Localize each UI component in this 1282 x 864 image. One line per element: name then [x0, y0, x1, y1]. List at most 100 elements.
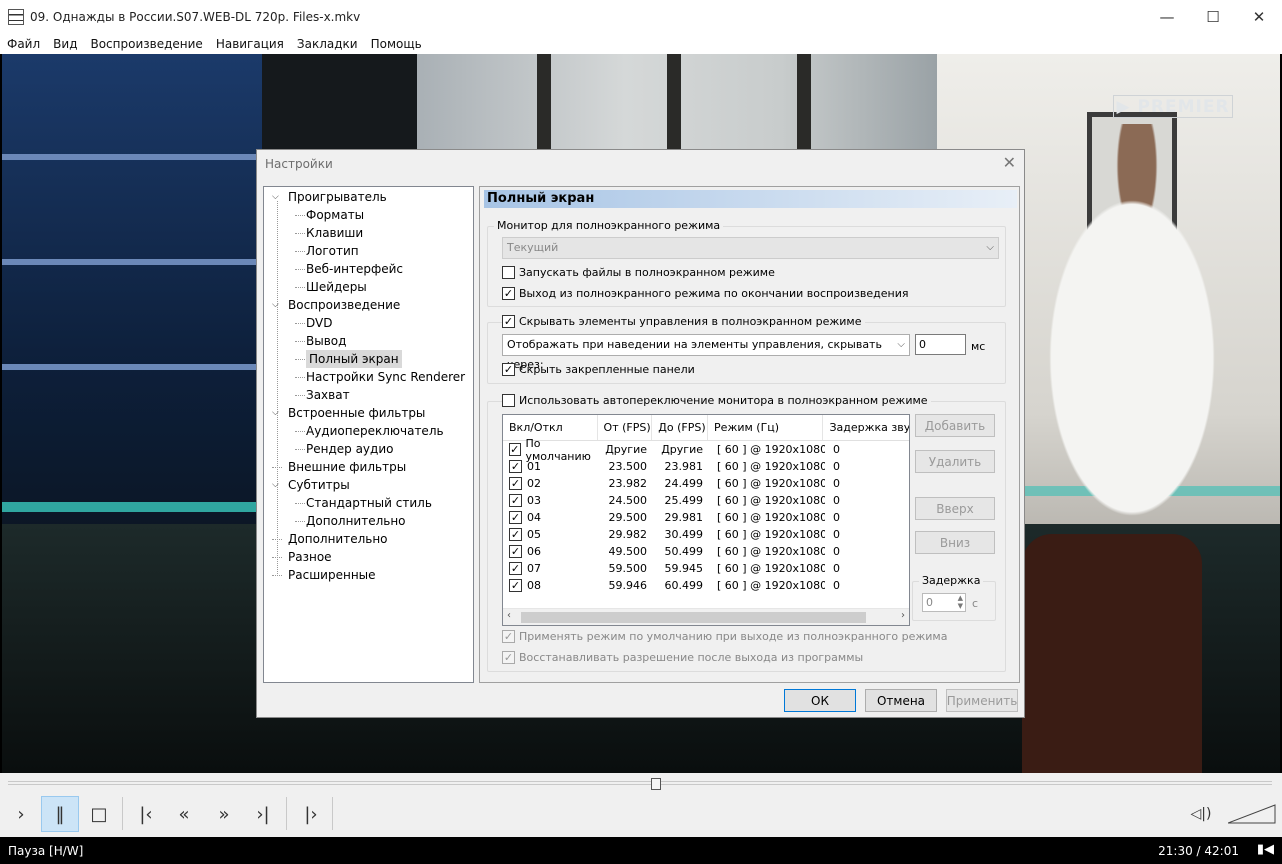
check-icon[interactable]: ✓ [509, 528, 522, 541]
tree-item[interactable]: Стандартный стиль [306, 494, 432, 512]
table-row[interactable]: ✓ 02 23.982 24.499 [ 60 ] @ 1920x1080 p 0 [503, 475, 909, 492]
apply-default-checkbox[interactable]: ✓ Применять режим по умолчанию при выходе… [502, 630, 947, 643]
volume-icon[interactable]: ◁|) [1182, 796, 1220, 832]
tree-item[interactable]: Расширенные [272, 566, 376, 584]
check-icon[interactable]: ✓ [509, 477, 522, 490]
row-to-fps: 59.945 [664, 562, 704, 575]
check-icon[interactable]: ✓ [509, 511, 522, 524]
tree-item[interactable]: Захват [306, 386, 350, 404]
menu-playback[interactable]: Воспроизведение [83, 37, 208, 51]
pause-icon[interactable]: ‖ [41, 796, 79, 832]
check-icon[interactable]: ✓ [509, 443, 521, 456]
fast-forward-icon[interactable]: » [205, 796, 243, 832]
horizontal-scrollbar[interactable]: ‹ › [503, 608, 909, 625]
table-row[interactable]: ✓ 05 29.982 30.499 [ 60 ] @ 1920x1080 p 0 [503, 526, 909, 543]
tree-item[interactable]: ⌵ Встроенные фильтры [272, 404, 425, 422]
delay-spinner[interactable]: 0 ▲ ▼ [922, 593, 966, 612]
tree-item[interactable]: Клавиши [306, 224, 363, 242]
row-audio-delay: 0 [833, 579, 840, 592]
tree-item[interactable]: DVD [306, 314, 332, 332]
tree-item[interactable]: Форматы [306, 206, 364, 224]
add-button[interactable]: Добавить [915, 414, 995, 437]
table-row[interactable]: ✓ 03 24.500 25.499 [ 60 ] @ 1920x1080 p 0 [503, 492, 909, 509]
menu-help[interactable]: Помощь [364, 37, 428, 51]
minimize-button[interactable]: — [1144, 0, 1190, 34]
tree-item[interactable]: Полный экран [306, 350, 402, 368]
table-row[interactable]: ✓ По умолчанию Другие Другие[ 60 ] @ 1920x1… [503, 437, 909, 463]
tree-item[interactable]: Дополнительно [306, 512, 406, 530]
seek-thumb[interactable] [651, 778, 662, 790]
menu-file[interactable]: Файл [0, 37, 46, 51]
ok-button[interactable]: ОК [784, 689, 856, 712]
tree-item-label: DVD [306, 316, 333, 330]
tree-item[interactable]: Дополнительно [272, 530, 388, 548]
close-window-button[interactable]: ✕ [1236, 0, 1282, 34]
tree-item[interactable]: Вывод [306, 332, 346, 350]
restore-resolution-checkbox[interactable]: ✓ Восстанавливать разрешение после выхода… [502, 651, 863, 664]
tree-item[interactable]: ⌵ Субтитры [272, 476, 350, 494]
maximize-button[interactable]: ☐ [1190, 0, 1236, 34]
cancel-button[interactable]: Отмена [865, 689, 937, 712]
table-row[interactable]: ✓ 07 59.500 59.945 [ 60 ] @ 1920x1080 p 0 [503, 560, 909, 577]
tree-item[interactable]: Рендер аудио [306, 440, 393, 458]
check-icon[interactable]: ✓ [509, 460, 522, 473]
volume-slider[interactable] [1228, 804, 1276, 824]
menu-bookmarks[interactable]: Закладки [290, 37, 364, 51]
apply-button[interactable]: Применить [946, 689, 1018, 712]
fps-mode-table[interactable]: Вкл/Откл От (FPS) До (FPS) Режим (Гц) За… [502, 414, 910, 626]
dialog-close-icon[interactable]: ✕ [1003, 153, 1016, 172]
stop-icon[interactable]: □ [80, 796, 118, 832]
scroll-thumb[interactable] [521, 612, 866, 623]
move-down-button[interactable]: Вниз [915, 531, 995, 554]
row-audio-delay: 0 [833, 545, 840, 558]
monitor-select[interactable]: Текущий ⌵ [502, 237, 999, 259]
hide-mode-select[interactable]: Отображать при наведении на элементы упр… [502, 334, 910, 371]
rewind-icon[interactable]: « [165, 796, 203, 832]
play-icon[interactable]: › [2, 796, 40, 832]
exit-fullscreen-checkbox[interactable]: ✓ Выход из полноэкранного режима по оконч… [502, 287, 909, 300]
tree-item[interactable]: Логотип [306, 242, 359, 260]
autoswitch-checkbox[interactable]: Использовать автопереключение монитора в… [502, 394, 931, 407]
hide-controls-checkbox[interactable]: ✓ Скрывать элементы управления в полноэкр… [502, 315, 865, 328]
tree-item[interactable]: Шейдеры [306, 278, 367, 296]
previous-icon[interactable]: |‹ [127, 796, 165, 832]
tree-item[interactable]: Внешние фильтры [272, 458, 406, 476]
column-header[interactable]: От (FPS) [598, 415, 653, 440]
move-up-button[interactable]: Вверх [915, 497, 995, 520]
table-row[interactable]: ✓ 01 23.500 23.981 [ 60 ] @ 1920x1080 p 0 [503, 458, 909, 475]
check-icon[interactable]: ✓ [509, 494, 522, 507]
remove-button[interactable]: Удалить [915, 450, 995, 473]
next-icon[interactable]: ›| [244, 796, 282, 832]
table-row[interactable]: ✓ 08 59.946 60.499 [ 60 ] @ 1920x1080 p 0 [503, 577, 909, 594]
row-mode: [ 60 ] @ 1920x1080 p [717, 443, 825, 456]
tree-item[interactable]: Аудиопереключатель [306, 422, 444, 440]
tree-item[interactable]: Разное [272, 548, 332, 566]
hide-delay-input[interactable]: 0 [915, 334, 966, 355]
checkbox-box [502, 394, 515, 407]
column-header[interactable]: Режим (Гц) [708, 415, 824, 440]
menu-view[interactable]: Вид [46, 37, 83, 51]
column-header[interactable]: Задержка звука [823, 415, 909, 440]
check-icon[interactable]: ✓ [509, 545, 522, 558]
spin-arrows-icon[interactable]: ▲ ▼ [958, 594, 963, 610]
hide-docked-checkbox[interactable]: ✓ Скрыть закрепленные панели [502, 363, 695, 376]
scroll-right-icon[interactable]: › [901, 610, 905, 621]
menu-navigation[interactable]: Навигация [209, 37, 290, 51]
table-row[interactable]: ✓ 04 29.500 29.981 [ 60 ] @ 1920x1080 p 0 [503, 509, 909, 526]
row-mode: [ 60 ] @ 1920x1080 p [717, 511, 825, 524]
column-header[interactable]: До (FPS) [652, 415, 709, 440]
tree-item[interactable]: Веб-интерфейс [306, 260, 403, 278]
check-icon[interactable]: ✓ [509, 579, 522, 592]
seek-bar[interactable] [8, 781, 1272, 785]
table-row[interactable]: ✓ 06 49.500 50.499 [ 60 ] @ 1920x1080 p 0 [503, 543, 909, 560]
frame-step-icon[interactable]: |› [292, 796, 330, 832]
tree-item[interactable]: Настройки Sync Renderer [306, 368, 465, 386]
launch-fullscreen-label: Запускать файлы в полноэкранном режиме [519, 266, 775, 279]
tree-item[interactable]: ⌵ Воспроизведение [272, 296, 400, 314]
launch-fullscreen-checkbox[interactable]: Запускать файлы в полноэкранном режиме [502, 266, 775, 279]
row-enable-cell: ✓ 05 [503, 528, 598, 541]
row-mode: [ 60 ] @ 1920x1080 p [717, 477, 825, 490]
scroll-left-icon[interactable]: ‹ [507, 610, 511, 621]
tree-item[interactable]: ⌵ Проигрыватель [272, 188, 387, 206]
check-icon[interactable]: ✓ [509, 562, 522, 575]
